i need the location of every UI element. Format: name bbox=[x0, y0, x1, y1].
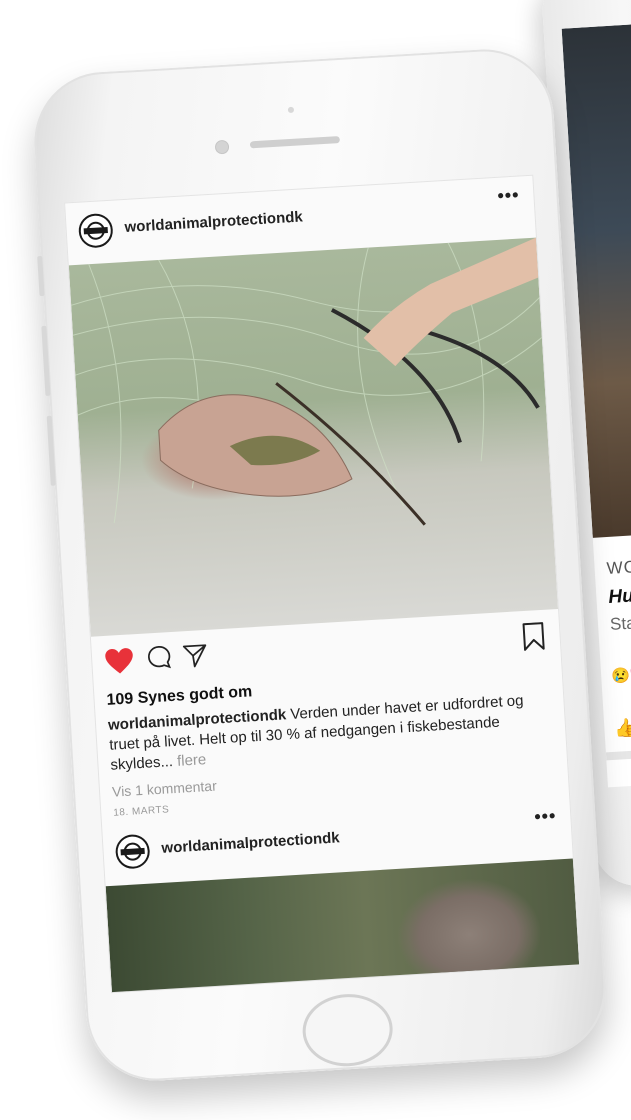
avatar[interactable] bbox=[77, 212, 114, 249]
main-phone: worldanimalprotectiondk ••• 109 Synes go… bbox=[30, 45, 610, 1085]
earpiece-speaker bbox=[249, 136, 341, 149]
phone-body: worldanimalprotectiondk ••• 109 Synes go… bbox=[30, 45, 610, 1085]
mockup-stage: WC Hur Sta 😢💗 👍 5 bbox=[0, 0, 631, 1120]
mute-switch bbox=[37, 255, 45, 297]
volume-down-button bbox=[46, 415, 56, 486]
back-post-subtitle: Sta bbox=[609, 613, 631, 634]
avatar[interactable] bbox=[114, 833, 151, 870]
back-like-row[interactable]: 👍 5 bbox=[614, 717, 631, 740]
caption-more-link[interactable]: flere bbox=[172, 751, 207, 770]
phone-screen: worldanimalprotectiondk ••• 109 Synes go… bbox=[64, 174, 581, 994]
next-post: worldanimalprotectiondk ••• bbox=[102, 797, 580, 994]
post-username[interactable]: worldanimalprotectiondk bbox=[124, 208, 303, 236]
net-texture bbox=[71, 237, 543, 526]
post-username[interactable]: worldanimalprotectiondk bbox=[161, 829, 340, 857]
post-photo[interactable] bbox=[68, 237, 559, 637]
thumbs-up-icon: 👍 bbox=[613, 717, 631, 739]
back-post-title: Hur bbox=[607, 585, 631, 608]
back-post-source: WC bbox=[606, 557, 631, 579]
home-button[interactable] bbox=[300, 991, 395, 1069]
back-avatar[interactable] bbox=[618, 783, 631, 788]
comment-icon[interactable] bbox=[145, 644, 172, 671]
more-icon[interactable]: ••• bbox=[534, 805, 557, 827]
volume-up-button bbox=[41, 325, 51, 396]
post-date: 18. MARTS bbox=[113, 804, 170, 819]
heart-icon[interactable] bbox=[104, 646, 136, 676]
reaction-emojis: 😢💗 bbox=[610, 665, 631, 685]
view-comments-link[interactable]: Vis 1 kommentar bbox=[112, 778, 218, 800]
share-icon[interactable] bbox=[181, 642, 208, 669]
bookmark-icon[interactable] bbox=[521, 622, 547, 651]
proximity-sensor bbox=[287, 106, 295, 114]
front-camera bbox=[214, 139, 230, 155]
back-divider bbox=[605, 738, 631, 761]
more-icon[interactable]: ••• bbox=[497, 185, 520, 207]
likes-count[interactable]: 109 Synes godt om bbox=[106, 683, 253, 710]
